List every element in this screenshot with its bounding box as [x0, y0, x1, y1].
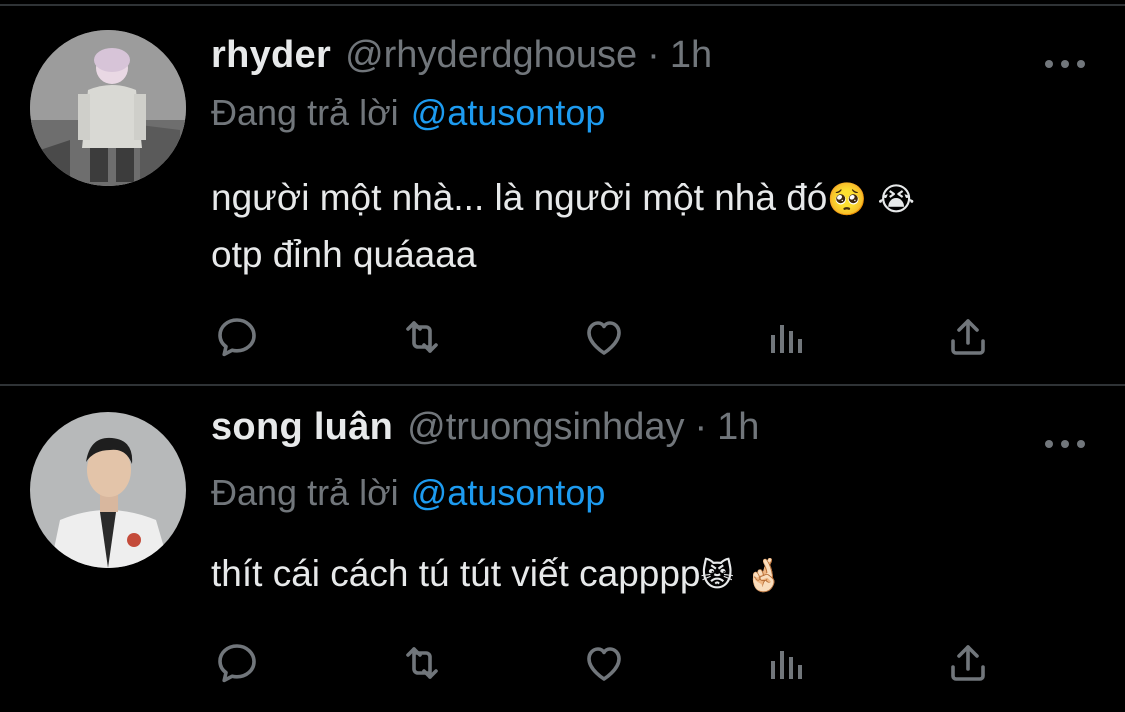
replying-to-label: Đang trả lời — [211, 472, 399, 513]
separator: · — [694, 406, 708, 448]
like-icon — [587, 321, 621, 355]
tweet-text: người một nhà... là người một nhà đó🥺 😭 … — [211, 170, 1071, 283]
replying-to-label: Đang trả lời — [211, 92, 399, 133]
retweet-icon — [406, 647, 438, 679]
tweet[interactable]: rhyder @rhyderdghouse · 1h Đang trả lời @… — [0, 6, 1125, 384]
user-handle[interactable]: @truongsinhday — [407, 406, 684, 449]
retweet-button[interactable] — [396, 638, 448, 688]
mention-link[interactable]: @atusontop — [411, 472, 606, 513]
tweet-header: rhyder @rhyderdghouse · 1h — [211, 34, 712, 94]
action-bar — [211, 312, 1001, 362]
more-options-icon[interactable] — [1045, 54, 1085, 74]
crying-face-emoji: 😭 — [877, 181, 915, 217]
display-name[interactable]: rhyder — [211, 34, 331, 77]
replying-to: Đang trả lời @atusontop — [211, 92, 605, 134]
share-icon — [951, 645, 985, 681]
pouting-cat-emoji: 😾 — [700, 557, 734, 593]
share-button[interactable] — [942, 638, 994, 688]
tweet-text-line: thít cái cách tú tút viết capppp — [211, 553, 701, 594]
tweet-header: song luân @truongsinhday · 1h — [211, 406, 759, 466]
pleading-face-emoji: 🥺 — [827, 181, 868, 217]
separator: · — [647, 34, 660, 76]
person-avatar-white-shirt-icon — [30, 412, 186, 568]
views-icon — [771, 325, 802, 353]
user-handle[interactable]: @rhyderdghouse — [345, 34, 637, 77]
views-icon — [771, 651, 802, 679]
tweet[interactable]: song luân @truongsinhday · 1h Đang trả l… — [0, 386, 1125, 712]
reply-icon — [218, 644, 256, 683]
share-icon — [951, 319, 985, 355]
reply-icon — [218, 318, 256, 357]
views-button[interactable] — [760, 638, 812, 688]
tweet-text-line: người một nhà... là người một nhà đó — [211, 177, 828, 218]
retweet-icon — [406, 321, 438, 353]
crossed-fingers-emoji: 🤞🏻 — [744, 557, 784, 593]
like-button[interactable] — [578, 312, 630, 362]
action-bar — [211, 638, 1001, 688]
reply-button[interactable] — [211, 312, 263, 362]
timestamp[interactable]: 1h — [670, 34, 712, 77]
tweet-text-line: otp đỉnh quáaaa — [211, 234, 477, 275]
avatar[interactable] — [30, 412, 186, 568]
like-button[interactable] — [578, 638, 630, 688]
replying-to: Đang trả lời @atusontop — [211, 472, 605, 514]
more-options-icon[interactable] — [1045, 434, 1085, 454]
person-avatar-light-hoodie-icon — [30, 30, 186, 186]
tweet-text: thít cái cách tú tút viết capppp😾 🤞🏻 — [211, 546, 1071, 603]
mention-link[interactable]: @atusontop — [411, 92, 606, 133]
like-icon — [587, 647, 621, 681]
retweet-button[interactable] — [396, 312, 448, 362]
share-button[interactable] — [942, 312, 994, 362]
avatar[interactable] — [30, 30, 186, 186]
reply-button[interactable] — [211, 638, 263, 688]
timestamp[interactable]: 1h — [717, 406, 759, 449]
display-name[interactable]: song luân — [211, 406, 393, 449]
views-button[interactable] — [760, 312, 812, 362]
